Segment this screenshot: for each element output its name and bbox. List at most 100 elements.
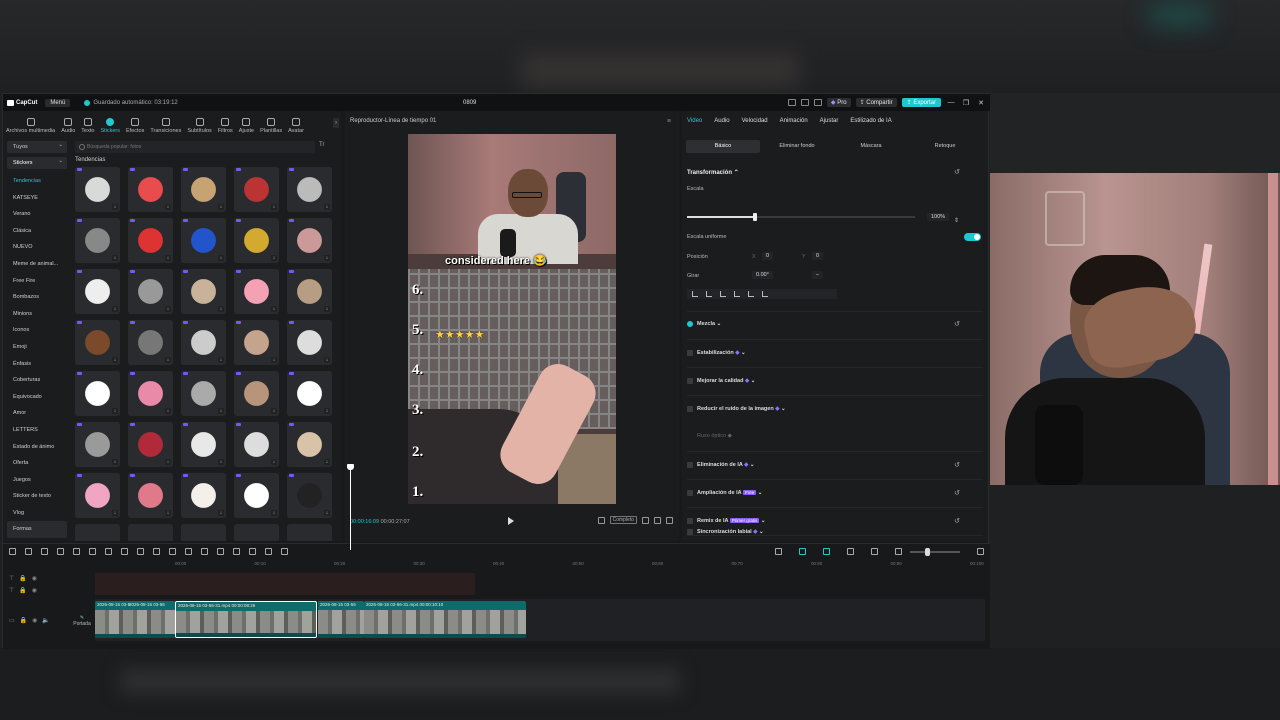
reverse-icon[interactable] — [233, 548, 240, 555]
subtab-0[interactable]: Básico — [686, 140, 760, 153]
tab-media-9[interactable]: Plantillas — [260, 118, 282, 137]
tab-media-10[interactable]: Avatar — [288, 118, 304, 137]
shield-icon[interactable] — [137, 548, 144, 555]
lock-icon[interactable]: 🔒 — [19, 587, 26, 594]
rotate-extra[interactable]: – — [812, 271, 824, 279]
category-item[interactable]: Énfasis — [7, 356, 67, 373]
reset-icon[interactable]: ↺ — [954, 461, 960, 469]
chevron-right-icon[interactable]: › — [333, 118, 339, 128]
layout-icon[interactable] — [787, 99, 796, 106]
subtab-1[interactable]: Eliminar fondo — [760, 140, 834, 153]
video-preview[interactable]: considered here 😂 6. 5. ★★★★★ 4. 3. 2. 1… — [408, 134, 616, 504]
ai-upscale-checkbox[interactable] — [687, 490, 693, 496]
scale-slider-handle[interactable] — [753, 213, 758, 221]
ai-upscale-label[interactable]: Ampliación de IA Free ⌄ — [697, 490, 762, 496]
align-right-icon[interactable] — [720, 291, 726, 297]
sticker-skull-icon[interactable]: ↓ — [234, 422, 279, 467]
download-icon[interactable]: ↓ — [165, 459, 171, 465]
scale-slider[interactable] — [687, 213, 915, 221]
position-x-input[interactable]: 0 — [762, 252, 774, 260]
download-icon[interactable]: ↓ — [218, 204, 224, 210]
tab-media-2[interactable]: Texto — [81, 118, 94, 137]
shortcuts-icon[interactable] — [800, 99, 809, 106]
transform-section[interactable]: Transformación ⌃ — [687, 169, 739, 176]
category-item[interactable]: Verano — [7, 206, 67, 223]
tab-media-3[interactable]: Stickers — [100, 118, 120, 137]
playhead-handle[interactable] — [347, 464, 354, 470]
download-icon[interactable]: ↓ — [324, 357, 330, 363]
category-item[interactable]: Emoji — [7, 339, 67, 356]
tab-properties-2[interactable]: Velocidad — [742, 118, 768, 124]
sticker-blush-cheeks[interactable]: ↓ — [128, 473, 173, 518]
sticker-grunge-texture[interactable]: ↓ — [75, 422, 120, 467]
category-item[interactable]: Estado de ánimo — [7, 439, 67, 456]
scale-value-input[interactable]: 100% — [927, 213, 950, 221]
category-item[interactable]: Equivocado — [7, 389, 67, 406]
align-top-icon[interactable] — [734, 291, 740, 297]
split-icon[interactable] — [73, 548, 80, 555]
download-icon[interactable]: ↓ — [324, 204, 330, 210]
denoise-label[interactable]: Reducir el ruido de la imagen ◆ ⌄ — [697, 406, 786, 412]
download-icon[interactable]: ↓ — [112, 204, 118, 210]
crop-icon[interactable] — [597, 516, 605, 524]
maximize-icon[interactable]: ❐ — [961, 99, 971, 107]
category-item[interactable]: Iconos — [7, 322, 67, 339]
video-clip-selected[interactable]: 2026-08-15 03-56-31.mp4 00:00:08:26 — [175, 601, 317, 638]
position-y-input[interactable]: 0 — [812, 252, 824, 260]
sticker-partial[interactable] — [287, 524, 332, 541]
stepper-icon[interactable]: ⇕ — [954, 217, 959, 224]
split-left-icon[interactable] — [89, 548, 96, 555]
denoise-checkbox[interactable] — [687, 406, 693, 412]
category-item[interactable]: Clásica — [7, 223, 67, 240]
category-item[interactable]: NUEVO — [7, 239, 67, 256]
audio-icon[interactable]: 🔈 — [42, 617, 49, 624]
sticker-cat-face[interactable]: ↓ — [181, 167, 226, 212]
download-icon[interactable]: ↓ — [324, 408, 330, 414]
download-icon[interactable]: ↓ — [112, 255, 118, 261]
category-item[interactable]: Tendencias — [7, 173, 67, 190]
magic-icon[interactable] — [281, 548, 288, 555]
category-item[interactable]: LETTERS — [7, 422, 67, 439]
cover-button[interactable]: ✎ Portada — [71, 607, 93, 635]
sticker-cute-cloud[interactable]: ↓ — [287, 371, 332, 416]
category-item[interactable]: Bombazos — [7, 289, 67, 306]
microphone-icon[interactable] — [775, 548, 782, 555]
sticker-dog-ears[interactable]: ↓ — [75, 320, 120, 365]
tab-properties-5[interactable]: Estilizado de IA — [850, 118, 891, 124]
align-bottom-icon[interactable] — [762, 291, 768, 297]
blend-section[interactable]: Mezcla ⌄ — [697, 321, 721, 327]
tab-media-7[interactable]: Filtros — [218, 118, 233, 137]
sticker-pixel-mosaic[interactable]: ↓ — [128, 320, 173, 365]
zoom-slider[interactable] — [910, 547, 960, 556]
sticker-partial[interactable] — [128, 524, 173, 541]
category-item[interactable]: Coberturas — [7, 372, 67, 389]
zoom-fit-icon[interactable] — [642, 516, 649, 524]
download-icon[interactable]: ↓ — [165, 510, 171, 516]
tab-properties-4[interactable]: Ajustar — [820, 118, 839, 124]
category-item[interactable]: Amor — [7, 405, 67, 422]
share-button[interactable]: ⇪ Compartir — [855, 98, 897, 107]
download-icon[interactable]: ↓ — [271, 255, 277, 261]
sticker-cowboy-skull[interactable]: ↓ — [181, 320, 226, 365]
download-icon[interactable]: ↓ — [112, 357, 118, 363]
category-dropdown-tuyos[interactable]: Tuyos — [7, 139, 67, 153]
hamburger-icon[interactable]: ≡ — [667, 118, 671, 125]
download-icon[interactable]: ↓ — [271, 306, 277, 312]
download-icon[interactable]: ↓ — [271, 408, 277, 414]
subtab-3[interactable]: Retoque — [908, 140, 982, 153]
download-icon[interactable]: ↓ — [218, 510, 224, 516]
download-icon[interactable]: ↓ — [218, 408, 224, 414]
sticker-cat-shock[interactable]: ↓ — [234, 320, 279, 365]
download-icon[interactable]: ↓ — [165, 306, 171, 312]
category-item[interactable]: Sticker de texto — [7, 488, 67, 505]
tab-properties-3[interactable]: Animación — [780, 118, 808, 124]
download-icon[interactable]: ↓ — [271, 357, 277, 363]
download-icon[interactable]: ↓ — [324, 510, 330, 516]
download-icon[interactable]: ↓ — [112, 408, 118, 414]
category-item[interactable]: Minions — [7, 306, 67, 323]
track-icon[interactable]: ⊤ — [9, 587, 14, 594]
sticker-doctor-character[interactable]: ↓ — [181, 473, 226, 518]
download-icon[interactable]: ↓ — [112, 510, 118, 516]
sticker-pink-tulip[interactable]: ↓ — [128, 371, 173, 416]
zoom-in-icon[interactable] — [977, 548, 984, 555]
